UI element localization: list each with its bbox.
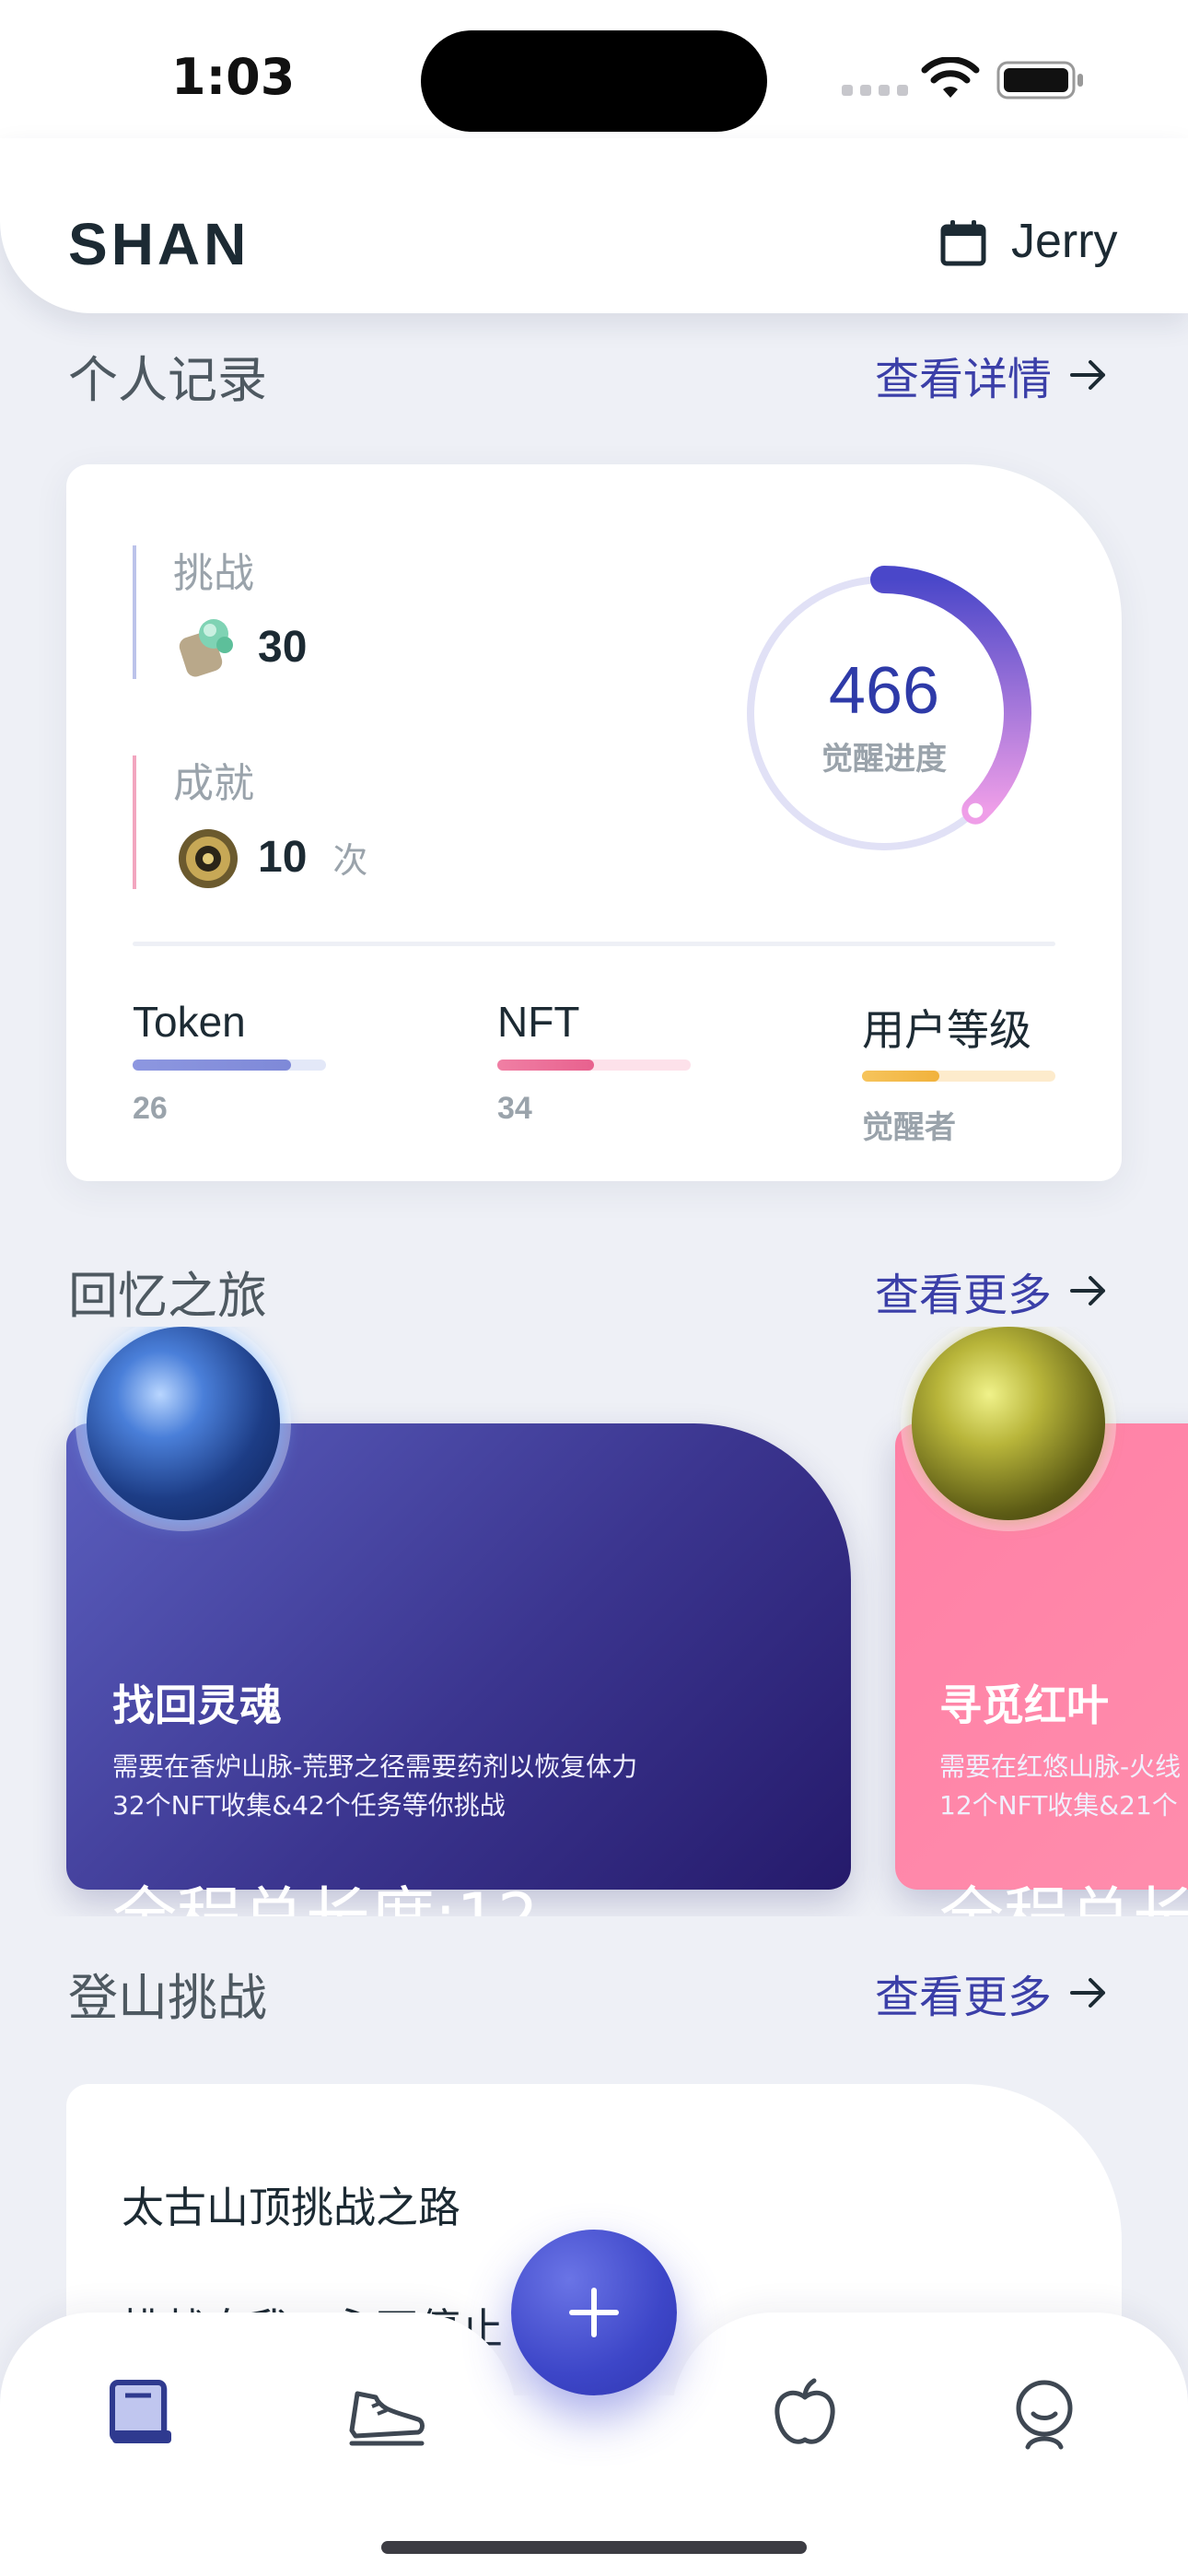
achievement-stat: 成就 10 次 bbox=[133, 755, 367, 889]
metric-token-value: 26 bbox=[133, 1091, 168, 1126]
status-bar: 1:03 bbox=[0, 0, 1188, 157]
profile-icon[interactable] bbox=[1007, 2377, 1081, 2451]
record-details-label: 查看详情 bbox=[874, 354, 1052, 405]
record-details-link[interactable]: 查看详情 bbox=[875, 343, 1107, 407]
book-icon[interactable] bbox=[105, 2377, 179, 2451]
medal-icon bbox=[179, 829, 238, 888]
calendar-icon[interactable] bbox=[938, 217, 989, 269]
arrow-right-icon bbox=[1070, 1978, 1105, 2008]
arrow-right-icon bbox=[1070, 1276, 1105, 1306]
journey-card-distance-unit: km bbox=[550, 1915, 590, 1916]
scroll-gem-icon bbox=[179, 619, 233, 677]
app-header: SHAN Jerry bbox=[0, 138, 1188, 313]
spirit-orb-icon bbox=[87, 1327, 280, 1520]
metric-level-bar bbox=[862, 1071, 1055, 1082]
card-divider bbox=[133, 942, 1055, 946]
dynamic-island bbox=[421, 30, 767, 132]
metric-nft-value: 34 bbox=[497, 1091, 532, 1126]
climb-more-label: 查看更多 bbox=[874, 1972, 1052, 2023]
battery-icon bbox=[996, 61, 1083, 100]
progress-value: 466 bbox=[828, 654, 940, 728]
arrow-right-icon bbox=[1070, 360, 1105, 390]
climb-section-title: 登山挑战 bbox=[68, 1969, 267, 2027]
metric-nft-label: NFT bbox=[497, 998, 580, 1046]
challenge-value: 30 bbox=[258, 622, 308, 672]
add-button[interactable] bbox=[511, 2230, 677, 2395]
wifi-icon bbox=[921, 57, 980, 98]
journey-card-desc: 需要在香炉山脉-荒野之径需要药剂以恢复体力 32个NFT收集&42个任务等你挑战 bbox=[112, 1748, 637, 1825]
journey-more-link[interactable]: 查看更多 bbox=[875, 1259, 1107, 1323]
journey-carousel[interactable]: 找回灵魂 需要在香炉山脉-荒野之径需要药剂以恢复体力 32个NFT收集&42个任… bbox=[0, 1327, 1188, 1916]
plus-icon bbox=[569, 2288, 619, 2337]
journey-section-title: 回忆之旅 bbox=[68, 1267, 267, 1325]
journey-more-label: 查看更多 bbox=[874, 1270, 1052, 1321]
apple-icon[interactable] bbox=[768, 2377, 842, 2451]
achievement-value: 10 bbox=[258, 832, 308, 882]
metric-user-level: 用户等级 觉醒者 bbox=[862, 997, 1055, 1147]
achievement-unit: 次 bbox=[332, 839, 368, 881]
journey-card-title: 寻觅红叶 bbox=[939, 1680, 1109, 1730]
challenge-stat: 挑战 30 bbox=[133, 545, 307, 679]
metric-nft-bar bbox=[497, 1060, 691, 1071]
climb-more-link[interactable]: 查看更多 bbox=[875, 1961, 1107, 2025]
metric-level-label: 用户等级 bbox=[862, 1005, 1031, 1055]
progress-label: 觉醒进度 bbox=[821, 741, 947, 778]
climb-card-title: 太古山顶挑战之路 bbox=[122, 2183, 460, 2232]
status-time: 1:03 bbox=[171, 48, 296, 106]
brand-logo: SHAN bbox=[68, 211, 250, 277]
journey-card-title: 找回灵魂 bbox=[112, 1680, 282, 1730]
shoe-icon[interactable] bbox=[344, 2377, 427, 2451]
journey-card-desc-line2: 32个NFT收集&42个任务等你挑战 bbox=[112, 1790, 506, 1821]
journey-card-desc-line1: 需要在红悠山脉-火线 bbox=[939, 1751, 1182, 1782]
leaf-orb-icon bbox=[912, 1327, 1105, 1520]
challenge-label: 挑战 bbox=[173, 550, 254, 597]
record-section-title: 个人记录 bbox=[68, 351, 267, 409]
metric-token-bar bbox=[133, 1060, 326, 1071]
metric-token: Token 26 bbox=[133, 997, 326, 1127]
journey-card-distance: 全程总长度:12 km bbox=[112, 1866, 589, 1916]
metric-level-value: 觉醒者 bbox=[862, 1109, 956, 1146]
journey-card-desc: 需要在红悠山脉-火线 12个NFT收集&21个 bbox=[939, 1748, 1181, 1825]
journey-card-desc-line1: 需要在香炉山脉-荒野之径需要药剂以恢复体力 bbox=[112, 1751, 638, 1782]
metric-token-label: Token bbox=[133, 998, 246, 1046]
signal-icon bbox=[842, 85, 908, 96]
achievement-label: 成就 bbox=[173, 760, 254, 807]
journey-card-desc-line2: 12个NFT收集&21个 bbox=[939, 1790, 1178, 1821]
journey-card-distance-text: 全程总长度:12 bbox=[112, 1879, 539, 1916]
record-card: 挑战 30 成就 10 次 466 觉醒进度 Token 26 NFT 34 用… bbox=[66, 464, 1122, 1181]
user-name[interactable]: Jerry bbox=[1011, 214, 1118, 269]
home-indicator bbox=[381, 2541, 807, 2554]
metric-nft: NFT 34 bbox=[497, 997, 691, 1127]
journey-card-distance: 全程总长 bbox=[939, 1866, 1188, 1916]
